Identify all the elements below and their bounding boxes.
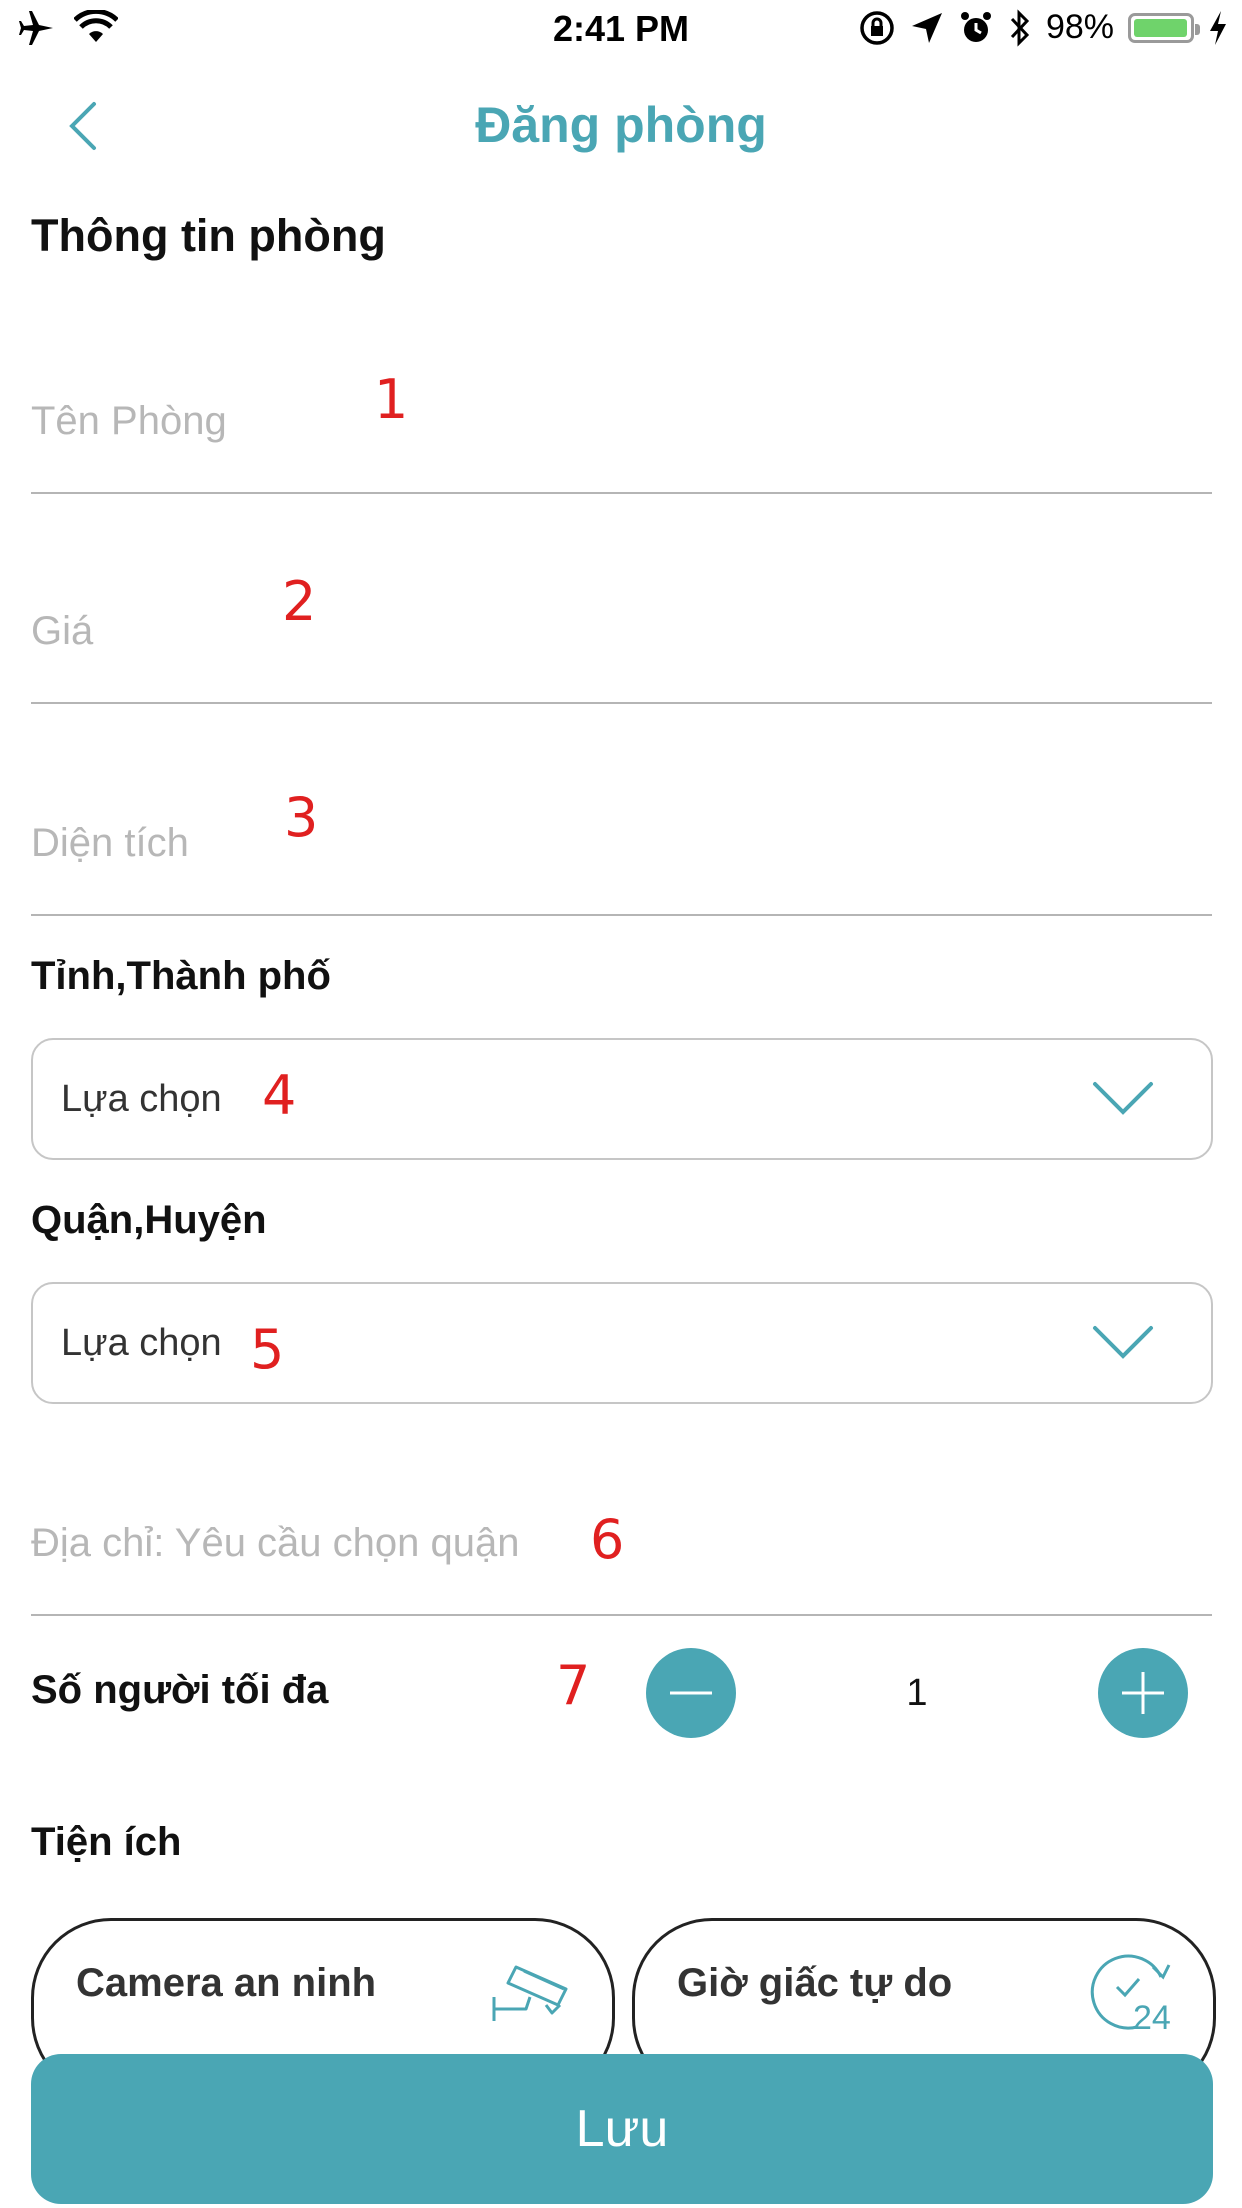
clock-24-text: 24 xyxy=(1133,1999,1171,2037)
price-field xyxy=(31,540,1212,704)
annotation-4: 4 xyxy=(262,1064,297,1127)
chevron-down-icon xyxy=(1093,1326,1153,1359)
charging-bolt-icon xyxy=(1210,10,1226,45)
annotation-2: 2 xyxy=(282,570,317,633)
province-select[interactable]: Lựa chọn xyxy=(31,1038,1213,1160)
status-bar: 2:41 PM 98% xyxy=(0,0,1242,60)
price-input[interactable] xyxy=(31,609,1212,654)
security-camera-icon xyxy=(492,1965,568,2021)
district-label: Quận,Huyện xyxy=(31,1198,267,1242)
max-people-label: Số người tối đa xyxy=(31,1668,329,1712)
section-title: Thông tin phòng xyxy=(31,210,386,261)
bluetooth-icon xyxy=(1010,8,1030,47)
annotation-3: 3 xyxy=(284,786,319,849)
page-title: Đăng phòng xyxy=(475,97,767,153)
save-button[interactable]: Lưu xyxy=(31,2054,1213,2204)
annotation-6: 6 xyxy=(590,1508,625,1571)
room-name-input[interactable] xyxy=(31,399,1212,444)
chevron-down-icon xyxy=(1093,1082,1153,1115)
clock-24-icon: 24 xyxy=(1090,1954,1171,2037)
status-right: 98% xyxy=(858,8,1228,47)
amenity-label: Camera an ninh xyxy=(76,1961,377,2005)
minus-icon xyxy=(670,1691,712,1695)
increment-button[interactable] xyxy=(1098,1648,1188,1738)
annotation-7: 7 xyxy=(556,1654,591,1717)
location-arrow-icon xyxy=(911,12,942,43)
amenities-label: Tiện ích xyxy=(31,1820,182,1864)
decrement-button[interactable] xyxy=(646,1648,736,1738)
area-input[interactable] xyxy=(31,821,1212,866)
area-field xyxy=(31,752,1212,916)
district-select[interactable]: Lựa chọn xyxy=(31,1282,1213,1404)
rotation-lock-icon xyxy=(860,10,894,45)
alarm-icon xyxy=(960,11,991,42)
plus-icon xyxy=(1122,1672,1164,1714)
province-select-value: Lựa chọn xyxy=(61,1078,222,1120)
annotation-1: 1 xyxy=(374,368,409,431)
province-label: Tỉnh,Thành phố xyxy=(31,954,331,998)
post-room-screen: 2:41 PM 98% Đăng phòng Thông tin phòng T… xyxy=(0,0,1242,2208)
annotation-5: 5 xyxy=(250,1318,285,1381)
battery-level xyxy=(1134,18,1187,37)
battery-percent: 98% xyxy=(1045,8,1114,46)
max-people-value: 1 xyxy=(906,1672,928,1714)
room-name-field xyxy=(31,330,1212,494)
battery-icon xyxy=(1128,12,1200,43)
amenity-label: Giờ giấc tự do xyxy=(677,1961,953,2005)
district-select-value: Lựa chọn xyxy=(61,1322,222,1364)
